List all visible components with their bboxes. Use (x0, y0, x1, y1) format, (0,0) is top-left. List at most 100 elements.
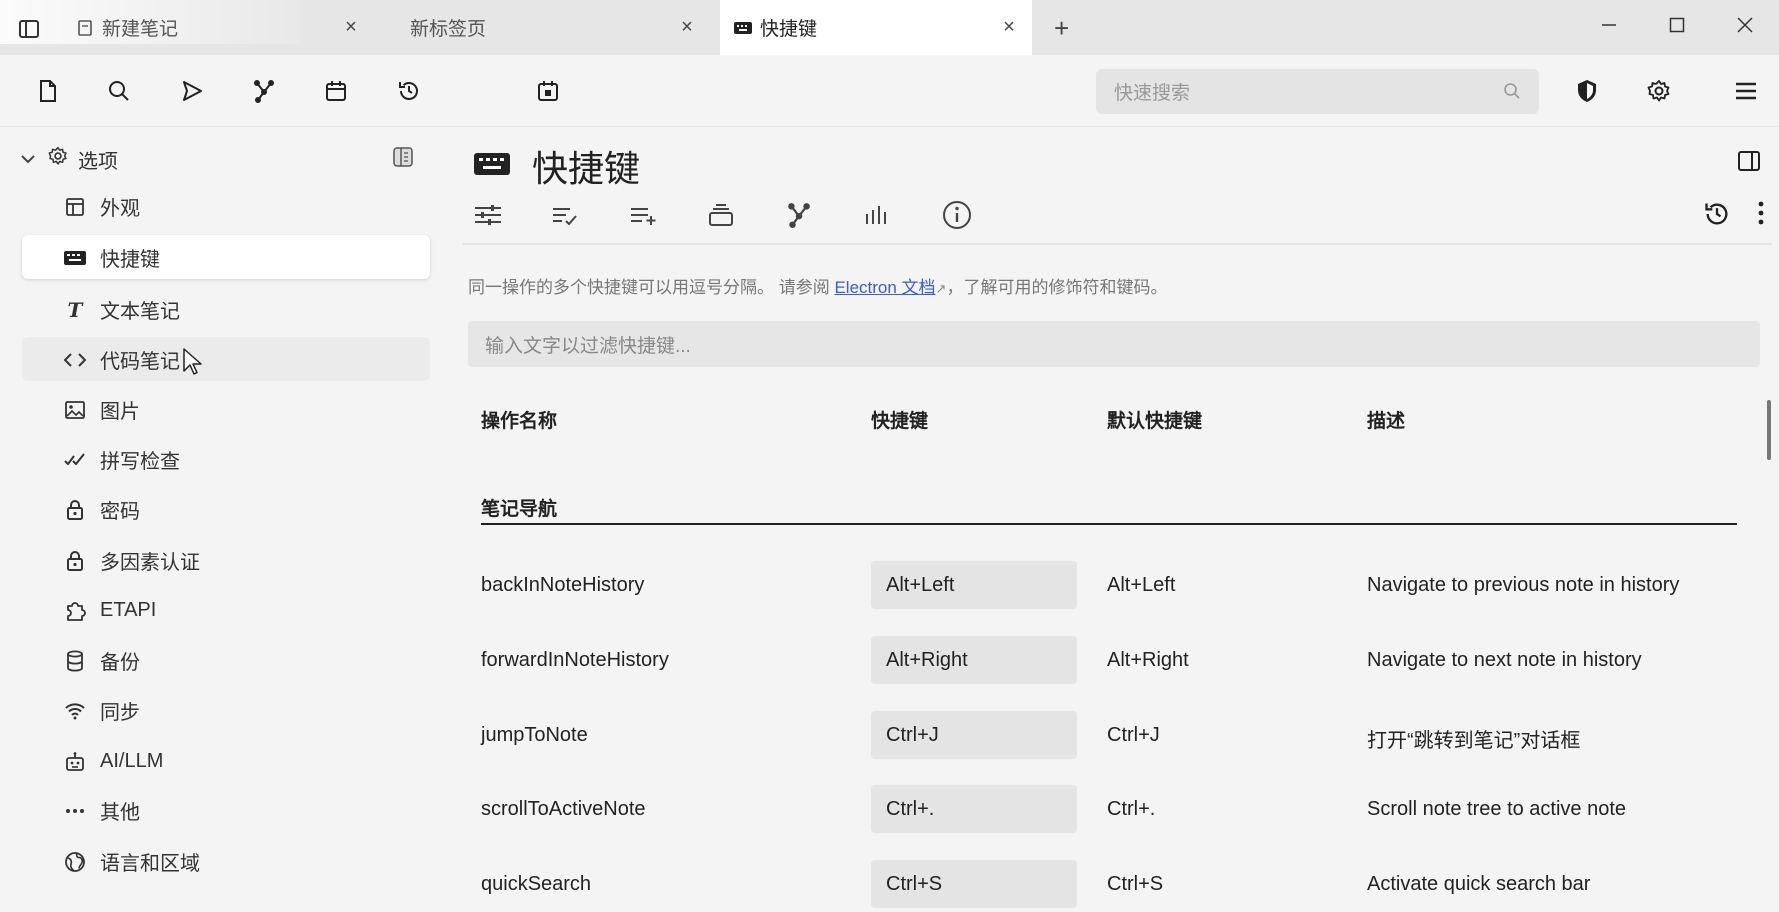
description: Navigate to next note in history (1367, 649, 1642, 671)
shortcut-input[interactable]: Alt+Right (871, 636, 1077, 684)
sidebar-item-password[interactable]: 密码 (22, 487, 430, 531)
graph-icon[interactable] (786, 198, 864, 232)
tab-label: 快捷键 (760, 19, 818, 40)
today-calendar-icon[interactable] (534, 77, 562, 105)
default-shortcut: Ctrl+S (1107, 873, 1164, 895)
sidebar-item-images[interactable]: 图片 (22, 387, 430, 431)
tab-new-tab[interactable]: 新标签页 × (394, 0, 710, 55)
sidebar-item-label: 备份 (100, 651, 140, 674)
shortcut-input[interactable]: Ctrl+. (871, 785, 1077, 833)
search-placeholder: 快速搜索 (1114, 83, 1191, 104)
sidebar-item-other[interactable]: 其他 (22, 788, 430, 832)
wifi-icon (64, 700, 86, 722)
table-row: scrollToActiveNote Ctrl+. Ctrl+. Scroll … (481, 785, 1751, 835)
shortcut-input[interactable]: Ctrl+S (871, 860, 1077, 908)
collection-icon[interactable] (708, 198, 786, 232)
chevron-down-icon[interactable] (20, 148, 36, 171)
column-header-shortcut: 快捷键 (871, 411, 929, 432)
calendar-icon[interactable] (322, 77, 350, 105)
dots-icon (64, 800, 86, 822)
history-icon[interactable] (395, 77, 423, 105)
close-icon[interactable]: × (342, 17, 360, 37)
list-add-icon[interactable] (630, 198, 708, 232)
external-link-icon: ↗ (935, 281, 947, 296)
close-window-icon[interactable] (1730, 10, 1760, 40)
sidebar-item-mfa[interactable]: 多因素认证 (22, 538, 430, 582)
puzzle-icon (64, 600, 86, 622)
sidebar-item-shortcuts[interactable]: 快捷键 (22, 235, 430, 279)
graph-icon[interactable] (250, 77, 278, 105)
sidebar-item-backup[interactable]: 备份 (22, 638, 430, 682)
sidebar: 选项 外观 快捷键 T 文本笔记 代码笔记 图片 拼写检查 密码 多因素认证 E… (0, 128, 448, 912)
sidebar-item-language-region[interactable]: 语言和区域 (22, 839, 430, 883)
sidebar-toggle-icon[interactable] (18, 18, 40, 40)
action-name: jumpToNote (481, 724, 588, 746)
table-row: quickSearch Ctrl+S Ctrl+S Activate quick… (481, 860, 1751, 910)
sidebar-item-label: 多因素认证 (100, 551, 200, 574)
table-row: jumpToNote Ctrl+J Ctrl+J 打开“跳转到笔记”对话框 (481, 711, 1751, 761)
sidebar-item-label: 拼写检查 (100, 450, 180, 473)
default-shortcut: Alt+Right (1107, 649, 1189, 671)
tab-shortcuts[interactable]: 快捷键 × (720, 0, 1032, 55)
image-icon (64, 399, 86, 421)
description: Navigate to previous note in history (1367, 574, 1680, 596)
close-icon[interactable]: × (678, 17, 696, 37)
electron-docs-link[interactable]: Electron 文档 (834, 278, 935, 297)
action-name: backInNoteHistory (481, 574, 645, 596)
text-icon: T (67, 298, 83, 322)
globe-icon (64, 851, 86, 873)
code-icon (64, 349, 86, 371)
right-panel-toggle-icon[interactable] (1737, 150, 1761, 177)
minimize-icon[interactable] (1594, 10, 1624, 40)
history-icon[interactable] (1703, 200, 1757, 233)
description: 打开“跳转到笔记”对话框 (1367, 730, 1581, 752)
list-check-icon[interactable] (552, 198, 630, 232)
sidebar-item-sync[interactable]: 同步 (22, 688, 430, 732)
search-icon (1503, 82, 1521, 106)
menu-icon[interactable] (1732, 77, 1760, 105)
sidebar-item-spellcheck[interactable]: 拼写检查 (22, 437, 430, 481)
shortcut-filter-input[interactable]: 输入文字以过滤快捷键... (468, 321, 1760, 367)
search-icon[interactable] (105, 77, 133, 105)
description: Activate quick search bar (1367, 873, 1591, 895)
toolbar-divider (462, 243, 1772, 245)
shield-icon[interactable] (1573, 77, 1601, 105)
new-tab-button[interactable]: + (1054, 15, 1069, 41)
bar-chart-icon[interactable] (864, 198, 942, 232)
info-icon[interactable] (942, 198, 1020, 232)
tab-new-note[interactable]: 新建笔记 × (62, 0, 374, 55)
sidebar-item-label: ETAPI (100, 598, 157, 621)
sidebar-item-ai-llm[interactable]: AI/LLM (22, 739, 430, 783)
section-title: 笔记导航 (481, 499, 558, 520)
scrollbar[interactable] (1767, 400, 1771, 460)
close-icon[interactable]: × (1000, 17, 1018, 37)
collapse-tree-icon[interactable] (392, 146, 414, 173)
sidebar-item-code-notes[interactable]: 代码笔记 (22, 337, 430, 381)
table-row: forwardInNoteHistory Alt+Right Alt+Right… (481, 636, 1751, 686)
shortcut-hint: 同一操作的多个快捷键可以用逗号分隔。 请参阅 Electron 文档↗，了解可用… (468, 273, 1167, 298)
shortcut-input[interactable]: Ctrl+J (871, 711, 1077, 759)
sidebar-item-label: 外观 (100, 197, 140, 220)
quick-search-input[interactable]: 快速搜索 (1096, 69, 1539, 114)
spellcheck-icon (64, 449, 86, 471)
more-options-icon[interactable] (1757, 200, 1765, 233)
send-icon[interactable] (178, 77, 206, 105)
maximize-icon[interactable] (1662, 10, 1692, 40)
shortcut-input[interactable]: Alt+Left (871, 561, 1077, 609)
hint-text-after: ，了解可用的修饰符和键码。 (946, 278, 1168, 297)
sidebar-item-text-notes[interactable]: T 文本笔记 (22, 287, 430, 331)
sidebar-item-label: 文本笔记 (100, 300, 180, 323)
new-note-icon[interactable] (34, 77, 62, 105)
column-header-default-shortcut: 默认快捷键 (1107, 411, 1203, 432)
sidebar-item-etapi[interactable]: ETAPI (22, 588, 430, 632)
gear-icon[interactable] (1645, 77, 1673, 105)
database-icon (64, 650, 86, 672)
sidebar-item-label: 快捷键 (100, 248, 160, 271)
tab-label: 新建笔记 (102, 19, 179, 40)
default-shortcut: Ctrl+J (1107, 724, 1160, 746)
action-name: scrollToActiveNote (481, 798, 646, 820)
column-header-description: 描述 (1367, 411, 1406, 432)
options-tree-header[interactable]: 选项 (20, 144, 118, 174)
settings-sliders-icon[interactable] (474, 198, 552, 232)
sidebar-item-appearance[interactable]: 外观 (22, 184, 430, 228)
